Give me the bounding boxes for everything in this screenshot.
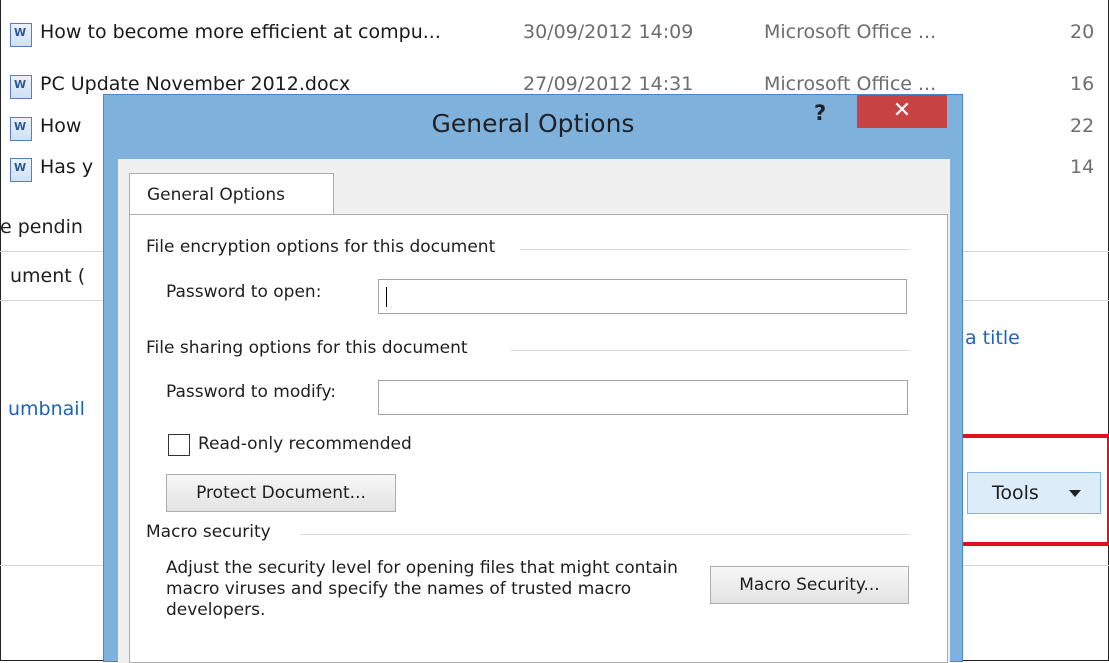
file-date: 27/09/2012 14:31	[523, 73, 694, 95]
pending-text: e pendin	[0, 216, 83, 238]
dialog-title: General Options	[431, 109, 635, 138]
section-divider	[520, 249, 910, 250]
readonly-checkbox[interactable]	[168, 434, 190, 456]
file-name: PC Update November 2012.docx	[40, 73, 351, 95]
word-document-icon	[10, 75, 32, 99]
password-open-label: Password to open:	[166, 282, 322, 302]
word-document-icon	[10, 158, 32, 182]
password-open-input[interactable]	[378, 279, 907, 314]
tab-label: General Options	[147, 185, 285, 205]
section-divider	[300, 534, 910, 535]
help-button[interactable]: ?	[814, 101, 826, 125]
file-size: 16	[1070, 73, 1095, 95]
title-link[interactable]: a title	[965, 327, 1020, 349]
word-document-icon	[10, 117, 32, 141]
file-row[interactable]: How to become more efficient at compu...…	[0, 19, 1109, 51]
file-size: 22	[1070, 115, 1095, 137]
thumbnail-link[interactable]: umbnail	[8, 398, 85, 420]
text-caret	[386, 287, 387, 307]
file-type: Microsoft Office ...	[764, 21, 937, 43]
word-document-icon	[10, 23, 32, 47]
file-name: How to become more efficient at compu...	[40, 21, 441, 43]
encryption-section-title: File encryption options for this documen…	[146, 237, 502, 257]
macro-security-button[interactable]: Macro Security...	[710, 566, 909, 604]
protect-document-button[interactable]: Protect Document...	[166, 474, 396, 512]
file-name: Has y	[40, 156, 94, 178]
general-options-dialog: General Options ? ✕ General Options File…	[103, 94, 963, 663]
dialog-body: General Options File encryption options …	[118, 159, 950, 663]
tab-panel: File encryption options for this documen…	[129, 214, 948, 663]
highlight-box	[951, 434, 1109, 546]
sharing-section-title: File sharing options for this document	[146, 338, 474, 358]
file-size: 20	[1070, 21, 1095, 43]
file-type: Microsoft Office ...	[764, 73, 937, 95]
macro-section-title: Macro security	[146, 522, 277, 542]
file-date: 30/09/2012 14:09	[523, 21, 694, 43]
password-modify-input[interactable]	[378, 380, 908, 415]
macro-description: Adjust the security level for opening fi…	[166, 558, 678, 620]
document-section-label: ument (	[10, 265, 86, 287]
file-size: 14	[1070, 156, 1095, 178]
file-name: How	[40, 115, 82, 137]
readonly-label: Read-only recommended	[198, 434, 412, 454]
close-button[interactable]: ✕	[857, 95, 947, 128]
tab-general-options[interactable]: General Options	[129, 173, 334, 215]
password-modify-label: Password to modify:	[166, 382, 336, 402]
section-divider	[510, 350, 910, 351]
